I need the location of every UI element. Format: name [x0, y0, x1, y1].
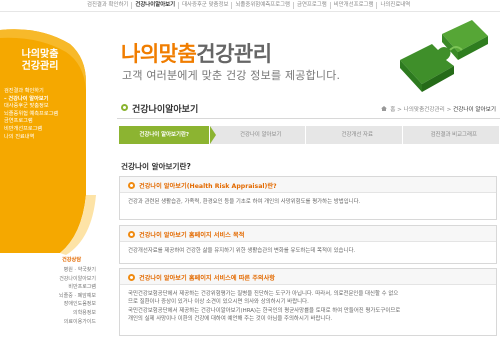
tab-label: 건강나이 알아보기란? — [139, 132, 190, 138]
sidebar-lower-item[interactable]: 병원 · 약국찾기 — [20, 266, 96, 275]
sidebar-lower-item[interactable]: 의학용정보 — [20, 309, 96, 318]
sidebar-lower-item[interactable]: 뇌졸중 · 폐암예보 — [20, 292, 96, 301]
info-box-line: 건강개선자료를 제공하여 건강한 삶을 유지하기 위한 생활습관의 변화를 유도… — [128, 248, 356, 254]
info-box-line: 국민건강보험공단에서 제공하는 건강나이알아보기(HRA)는 한국인의 평균사망… — [128, 307, 401, 314]
sidebar-item-medical-history[interactable]: 나의 진료내역 — [4, 134, 58, 142]
top-nav-item-obesity[interactable]: 비만개선프로그램 — [329, 2, 377, 9]
top-nav-item-metabolic[interactable]: 대사증후군 맞춤정보 — [178, 2, 231, 9]
tab-health-age-check[interactable]: 건강나이 알아보기 — [208, 126, 312, 144]
info-box-cautions: 건강나이 알아보기 홈페이지 서비스에 따른 주의사항 국민건강보험공단에서 제… — [119, 268, 497, 336]
breadcrumb-sep: > — [446, 107, 452, 113]
info-box-header: 건강나이 알아보기 홈페이지 서비스에 따른 주의사항 — [120, 269, 496, 285]
top-nav-item-stroke[interactable]: 뇌졸중위험예측프로그램 — [231, 2, 293, 9]
info-box-line: 개인의 실제 사망이나 이환의 건강에 대하여 예언해 주는 것이 아님을 주의… — [128, 316, 333, 323]
sidebar-lower-item[interactable]: 장애인도움정보 — [20, 300, 96, 309]
tab-label: 건강나이 알아보기 — [240, 132, 282, 138]
banner-title-orange: 나의맞춤 — [121, 42, 197, 66]
banner-title-gray: 건강관리 — [196, 42, 272, 66]
sidebar-lower-item[interactable]: 의료이용가이드 — [20, 318, 96, 327]
info-box-header: 건강나이 알아보기(Health Risk Appraisal)란? — [120, 177, 496, 193]
sidebar-curve — [0, 195, 96, 255]
sidebar-lower-list: 병원 · 약국찾기 건강나이알아보기 비만프로그램 뇌졸중 · 폐암예보 장애인… — [20, 266, 96, 326]
banner-subtitle: 고객 여러분에게 맞춘 건강 정보를 제공합니다. — [122, 69, 341, 82]
title-bullet-icon — [121, 104, 128, 111]
top-nav-item-smoking[interactable]: 금연프로그램 — [293, 2, 330, 9]
sidebar-lower-item[interactable]: 비만프로그램 — [20, 283, 96, 292]
breadcrumb-mid[interactable]: 나의맞춤건강관리 — [404, 107, 445, 113]
page-title: 건강나이알아보기 — [132, 105, 199, 115]
sidebar-lower-item[interactable]: 건강나이알아보기 — [20, 275, 96, 284]
tab-label: 검진결과 비교그래프 — [430, 132, 477, 138]
info-box-title: 건강나이 알아보기 홈페이지 서비스 목적 — [139, 232, 245, 239]
info-box-title: 건강나이 알아보기 홈페이지 서비스에 따른 주의사항 — [139, 275, 276, 282]
home-icon — [381, 106, 388, 111]
top-nav-item-medical-history[interactable]: 나의진료내역 — [376, 2, 413, 9]
tab-health-improvement[interactable]: 건강개선 자료 — [305, 126, 408, 144]
info-box-title: 건강나이 알아보기(Health Risk Appraisal)란? — [139, 183, 277, 190]
info-box-header: 건강나이 알아보기 홈페이지 서비스 목적 — [120, 226, 496, 242]
info-box-line: 건강과 관련된 생활습관, 가족력, 환경요인 등을 기초로 하여 개인의 사망… — [128, 199, 361, 205]
sidebar-menu: 검진결과 확인하기 – 건강나이 알아보기 대사증후군 맞춤정보 뇌졸중위험 예… — [4, 88, 58, 141]
top-nav-item-health-age[interactable]: 건강나이알아보기 — [131, 2, 178, 9]
breadcrumb-sep: > — [397, 107, 402, 113]
top-nav-items: 검진결과 확인하기 건강나이알아보기 대사증후군 맞춤정보 뇌졸중위험예측프로그… — [84, 2, 413, 9]
bullet-icon — [128, 231, 135, 238]
sidebar-title-line2: 건강관리 — [21, 61, 59, 72]
bullet-icon — [128, 274, 135, 281]
step-tabs: 건강나이 알아보기란? 건강나이 알아보기 건강개선 자료 검진결과 비교그래프 — [119, 126, 499, 144]
sidebar-item-obesity[interactable]: 비만개선프로그램 — [4, 126, 58, 134]
sidebar-panel: 나의맞춤 건강관리 검진결과 확인하기 – 건강나이 알아보기 대사증후군 맞춤… — [0, 12, 88, 195]
info-box-body: 건강개선자료를 제공하여 건강한 삶을 유지하기 위한 생활습관의 변화를 유도… — [120, 242, 496, 260]
info-box-line: 국민건강보험공단에서 제공하는 건강위험평가는 질병을 진단하는 도구가 아닙니… — [128, 291, 399, 297]
info-box-body: 국민건강보험공단에서 제공하는 건강위험평가는 질병을 진단하는 도구가 아닙니… — [120, 285, 496, 329]
page-title-row: 건강나이알아보기 홈 > 나의맞춤건강관리 > 건강나이 알아보기 — [117, 99, 500, 119]
section-heading: 건강나이 알아보기란? — [121, 162, 191, 171]
tab-label: 건강개선 자료 — [341, 132, 373, 138]
sidebar-item-metabolic[interactable]: 대사증후군 맞춤정보 — [4, 103, 58, 111]
tab-health-age-intro[interactable]: 건강나이 알아보기란? — [119, 126, 215, 144]
info-box-definition: 건강나이 알아보기(Health Risk Appraisal)란? 건강과 관… — [119, 176, 497, 220]
top-nav: 검진결과 확인하기 건강나이알아보기 대사증후군 맞춤정보 뇌졸중위험예측프로그… — [0, 0, 500, 12]
sidebar-title-line1: 나의맞춤 — [21, 49, 59, 60]
breadcrumb-home[interactable]: 홈 — [390, 107, 395, 113]
breadcrumb-current: 건강나이 알아보기 — [453, 107, 496, 113]
sidebar-lower-heading: 건강상담 — [62, 257, 82, 263]
puzzle-icon — [400, 20, 488, 92]
info-box-body: 건강과 관련된 생활습관, 가족력, 환경요인 등을 기초로 하여 개인의 사망… — [120, 193, 496, 211]
bullet-icon — [128, 182, 135, 189]
info-box-purpose: 건강나이 알아보기 홈페이지 서비스 목적 건강개선자료를 제공하여 건강한 삶… — [119, 225, 497, 264]
tab-checkup-compare[interactable]: 검진결과 비교그래프 — [401, 126, 499, 144]
sidebar-title: 나의맞춤 건강관리 — [6, 49, 74, 73]
info-box-line: 므로 질환이나 증상이 있거나 이상 소견이 있으시면 의사와 상의하시기 바랍… — [128, 299, 309, 306]
sidebar-item-smoking[interactable]: 금연프로그램 — [4, 118, 58, 126]
breadcrumb: 홈 > 나의맞춤건강관리 > 건강나이 알아보기 — [381, 105, 496, 113]
top-nav-item-checkup-results[interactable]: 검진결과 확인하기 — [84, 2, 131, 9]
sidebar-item-checkup-results[interactable]: 검진결과 확인하기 — [4, 88, 58, 96]
banner-title: 나의맞춤건강관리 — [121, 38, 272, 68]
